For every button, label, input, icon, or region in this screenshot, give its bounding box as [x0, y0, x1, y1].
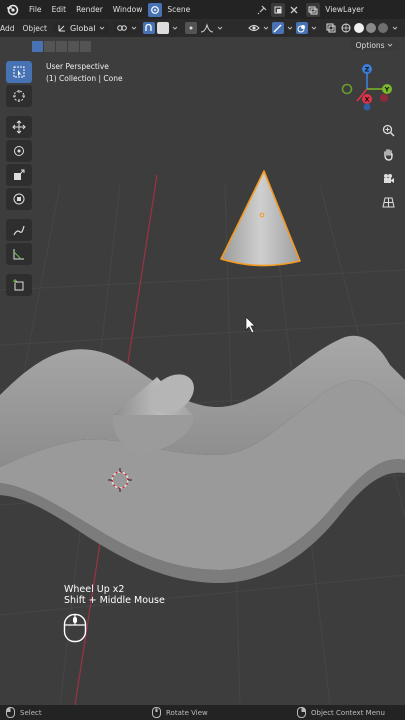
transform-orientation-dropdown[interactable]: Global	[52, 22, 109, 34]
viewport-header: Add Object Global	[0, 19, 405, 37]
keycast-line-2: Shift + Middle Mouse	[64, 595, 165, 606]
orientation-icon	[58, 25, 65, 32]
gizmo-toggle-icon[interactable]	[271, 22, 284, 34]
select-subtract-icon[interactable]	[56, 40, 67, 52]
gizmo-neg-z[interactable]	[363, 103, 371, 111]
view-layer-field[interactable]: ViewLayer	[321, 5, 368, 14]
select-extend-icon[interactable]	[44, 40, 55, 52]
mouse-left-icon	[6, 707, 15, 718]
gizmo-neg-y[interactable]	[341, 83, 353, 95]
pan-hand-icon[interactable]	[379, 145, 397, 163]
visibility-eye-icon[interactable]	[247, 23, 260, 33]
transform-tool-icon[interactable]	[6, 188, 32, 210]
proportional-editing-icon[interactable]	[184, 22, 197, 34]
view-name: User Perspective	[46, 62, 109, 71]
mouse-pointer-icon	[245, 316, 256, 334]
xray-toggle-icon[interactable]	[326, 23, 336, 33]
solid-shading-icon[interactable]	[353, 23, 364, 33]
status-rotate-label: Rotate View	[166, 708, 208, 717]
selection-mode-group	[32, 40, 91, 52]
scale-tool-icon[interactable]	[6, 164, 32, 186]
status-context-label: Object Context Menu	[311, 708, 385, 717]
chevron-down-icon	[387, 43, 393, 47]
material-preview-icon[interactable]	[365, 23, 376, 33]
status-select: Select	[6, 707, 42, 718]
measure-tool-icon[interactable]	[6, 243, 32, 265]
gizmo-y-label: Y	[384, 86, 390, 94]
rendered-shading-icon[interactable]	[377, 23, 388, 33]
new-scene-icon[interactable]	[271, 2, 286, 17]
scene-name: Scene	[167, 5, 191, 14]
top-bar: File Edit Render Window Scene ViewLayer	[0, 0, 405, 19]
menu-edit[interactable]: Edit	[47, 5, 72, 14]
annotate-tool-icon[interactable]	[6, 219, 32, 241]
pin-icon[interactable]	[255, 3, 269, 17]
cone-mesh	[220, 170, 301, 267]
pivot-point-dropdown[interactable]	[112, 22, 141, 34]
mouse-middle-icon	[152, 707, 161, 718]
chevron-down-icon[interactable]	[311, 25, 317, 31]
select-intersect-icon[interactable]	[80, 40, 91, 52]
scene-selector-icon[interactable]	[148, 2, 163, 17]
viewport-info: User Perspective (1) Collection | Cone	[46, 61, 123, 85]
view-layer-name: ViewLayer	[325, 5, 364, 14]
status-select-label: Select	[20, 708, 42, 717]
chevron-down-icon[interactable]	[287, 25, 293, 31]
chevron-down-icon[interactable]	[172, 25, 178, 31]
camera-view-icon[interactable]	[379, 169, 397, 187]
status-context: Object Context Menu	[297, 707, 385, 718]
link-icon	[116, 25, 127, 31]
3d-viewport[interactable]: User Perspective (1) Collection | Cone Z…	[0, 55, 405, 705]
navigation-buttons	[379, 121, 397, 211]
keycast-overlay: Wheel Up x2 Shift + Middle Mouse	[64, 584, 165, 606]
delete-scene-icon[interactable]	[287, 3, 301, 17]
status-bar: Select Rotate View Object Context Menu	[0, 705, 405, 720]
keycast-line-1: Wheel Up x2	[64, 584, 125, 595]
chevron-down-icon[interactable]	[392, 25, 398, 31]
gizmo-z-label: Z	[365, 66, 370, 74]
gizmo-neg-x[interactable]	[380, 94, 388, 102]
options-dropdown[interactable]: Options	[349, 40, 399, 51]
blender-logo-icon[interactable]	[4, 2, 20, 18]
wavy-plane-mesh	[0, 335, 405, 583]
chevron-down-icon[interactable]	[217, 25, 223, 31]
wireframe-shading-icon[interactable]	[341, 23, 351, 33]
viewport-scene	[0, 170, 405, 705]
mouse-right-icon	[297, 707, 306, 718]
snap-icon[interactable]	[142, 22, 155, 34]
chevron-down-icon	[99, 26, 104, 30]
zoom-icon[interactable]	[379, 121, 397, 139]
active-collection: (1) Collection | Cone	[46, 74, 123, 83]
chevron-down-icon	[131, 26, 136, 30]
select-new-icon[interactable]	[32, 40, 43, 52]
perspective-grid-icon[interactable]	[379, 193, 397, 211]
view-layer-icon[interactable]	[306, 2, 321, 17]
move-tool-icon[interactable]	[6, 116, 32, 138]
select-box-tool-icon[interactable]	[6, 61, 32, 83]
tool-header: Options	[0, 37, 405, 55]
mouse-icon	[63, 613, 87, 643]
orientation-value: Global	[69, 23, 96, 33]
menu-add[interactable]: Add	[0, 24, 19, 33]
scene-field[interactable]: Scene	[163, 5, 194, 14]
snap-target-icon[interactable]	[156, 22, 169, 34]
overlays-icon[interactable]	[295, 22, 308, 34]
select-invert-icon[interactable]	[68, 40, 79, 52]
cursor-tool-icon[interactable]	[6, 85, 32, 107]
chevron-down-icon[interactable]	[263, 25, 269, 31]
menu-object[interactable]: Object	[19, 24, 51, 33]
options-label: Options	[355, 41, 385, 50]
menu-window[interactable]: Window	[108, 5, 148, 14]
menu-file[interactable]: File	[24, 5, 47, 14]
menu-render[interactable]: Render	[71, 5, 108, 14]
tool-shelf	[6, 61, 32, 296]
status-rotate: Rotate View	[152, 707, 208, 718]
rotate-tool-icon[interactable]	[6, 140, 32, 162]
falloff-curve-icon[interactable]	[200, 23, 214, 33]
navigation-gizmo[interactable]: Z Y X	[341, 61, 401, 121]
add-cube-tool-icon[interactable]	[6, 274, 32, 296]
gizmo-x-label: X	[364, 96, 369, 104]
